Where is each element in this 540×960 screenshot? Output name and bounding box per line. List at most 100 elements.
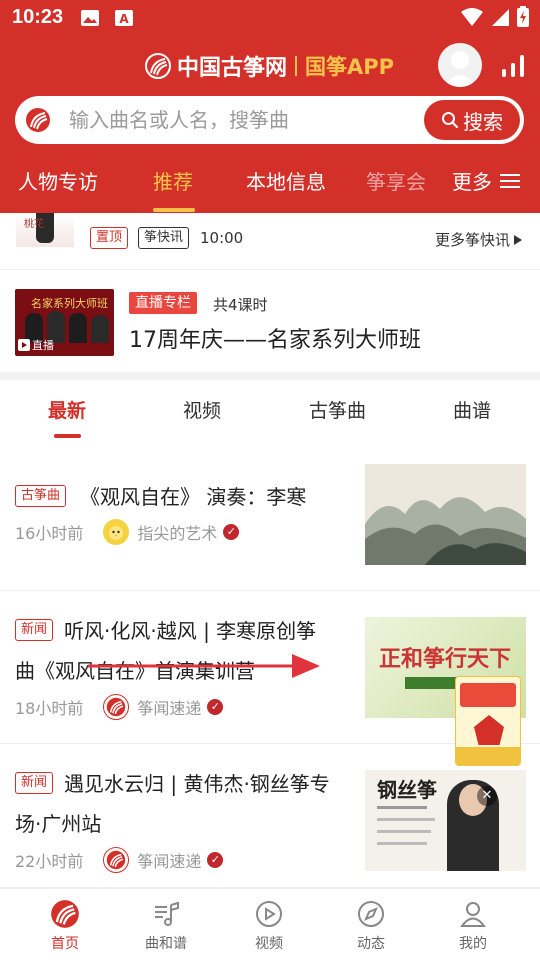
nav-music-scores[interactable]: 曲和谱	[131, 899, 201, 953]
active-content-tab-indicator	[54, 434, 81, 438]
live-course-title[interactable]: 17周年庆——名家系列大师班	[129, 322, 421, 354]
news-flash-tag: 筝快讯	[138, 227, 190, 249]
article-author: 指尖的艺术	[137, 524, 218, 543]
category-tabs: 人物专访 推荐 本地信息 筝享会 更多	[0, 160, 540, 213]
tab-zheng-share[interactable]: 筝享会	[366, 166, 426, 195]
tab-guzheng-music[interactable]: 古筝曲	[309, 396, 366, 423]
content-tabs: 最新 视频 古筝曲 曲谱	[0, 380, 540, 440]
font-icon: A	[114, 8, 134, 32]
article-author: 筝闻速递	[137, 699, 202, 718]
article-image: 钢丝筝	[365, 770, 526, 871]
tab-local-info[interactable]: 本地信息	[246, 166, 326, 195]
play-icon	[18, 339, 30, 351]
article-title-line2: 场·广州站	[15, 812, 102, 836]
article-meta: 18小时前 筝闻速递 ✓	[15, 694, 224, 720]
chick-icon	[109, 526, 124, 540]
search-bar: 搜索	[15, 96, 524, 144]
brand-divider	[295, 56, 298, 76]
status-indicators	[460, 6, 530, 28]
landscape-painting-image	[365, 464, 526, 565]
search-icon	[442, 112, 459, 129]
article-time: 18小时前	[15, 699, 84, 718]
nav-feed-label: 动态	[357, 936, 385, 952]
article-image-text: 钢丝筝	[377, 778, 437, 802]
news-flash-thumbnail: 桃花	[16, 213, 74, 247]
nav-profile-label: 我的	[459, 936, 487, 952]
live-course-thumbnail: 名家系列大师班 直播	[15, 289, 114, 356]
live-thumb-label: 直播	[32, 339, 54, 352]
brand-app-name: 国筝APP	[305, 55, 395, 79]
guzheng-logo-icon	[107, 850, 126, 870]
music-note-icon	[155, 901, 179, 926]
close-promo-icon[interactable]: ✕	[477, 786, 497, 806]
nav-home-label: 首页	[51, 936, 79, 952]
nav-home[interactable]: 首页	[30, 899, 100, 953]
article-time: 16小时前	[15, 524, 84, 543]
signal-icon	[492, 9, 509, 26]
nav-feed[interactable]: 动态	[336, 899, 406, 953]
live-column-badge: 直播专栏	[129, 292, 197, 314]
tab-recommended[interactable]: 推荐	[153, 166, 193, 195]
verified-icon: ✓	[207, 852, 224, 868]
more-news-flash-label: 更多筝快讯	[435, 231, 511, 249]
author-avatar	[103, 519, 130, 545]
nav-video-label: 视频	[255, 936, 283, 952]
article-image-text: 正和筝行天下	[379, 646, 512, 672]
article-title-line1: 遇见水云归 | 黄伟杰·钢丝筝专	[64, 772, 330, 796]
search-input[interactable]	[69, 104, 429, 136]
home-logo-icon	[51, 900, 79, 928]
floating-promo-badge[interactable]	[455, 676, 521, 766]
tab-more-label: 更多	[452, 170, 492, 194]
tab-latest[interactable]: 最新	[48, 396, 86, 423]
gallery-icon	[80, 8, 100, 32]
nav-music-scores-label: 曲和谱	[145, 936, 187, 952]
status-time: 10:23	[12, 6, 64, 28]
guzheng-logo-icon	[145, 53, 171, 79]
nav-profile[interactable]: 我的	[438, 899, 508, 953]
nav-video[interactable]: 视频	[234, 899, 304, 953]
status-bar: 10:23 A	[0, 0, 540, 36]
user-avatar[interactable]	[438, 43, 482, 87]
lesson-count: 共4课时	[213, 296, 268, 314]
more-news-flash-link[interactable]: 更多筝快讯	[435, 229, 523, 250]
user-silhouette-icon	[444, 51, 476, 87]
menu-icon	[500, 173, 520, 188]
svg-text:A: A	[119, 12, 129, 26]
guzheng-logo-icon	[107, 697, 126, 717]
article-meta: 16小时前 指尖的艺术 ✓	[15, 519, 240, 545]
article-author: 筝闻速递	[137, 852, 202, 871]
ranking-icon[interactable]	[501, 52, 527, 82]
tab-more[interactable]: 更多	[452, 166, 520, 195]
verified-icon: ✓	[223, 524, 240, 540]
pinned-tag: 置顶	[90, 227, 129, 249]
tab-interviews[interactable]: 人物专访	[18, 166, 98, 195]
article-tag: 新闻	[15, 772, 54, 794]
play-arrow-icon	[514, 234, 523, 245]
swipe-arrow-icon	[88, 654, 320, 678]
tab-video[interactable]: 视频	[183, 396, 221, 423]
author-avatar	[103, 847, 130, 873]
live-thumb-text: 名家系列大师班	[31, 297, 108, 310]
article-tag: 新闻	[15, 619, 54, 641]
author-avatar	[103, 694, 130, 720]
section-divider	[0, 372, 540, 380]
person-icon	[460, 902, 486, 927]
active-tab-indicator	[153, 208, 195, 212]
search-button[interactable]: 搜索	[424, 100, 520, 140]
article-tag: 古筝曲	[15, 485, 67, 507]
battery-icon	[517, 6, 529, 27]
compass-icon	[358, 901, 384, 927]
search-button-label: 搜索	[463, 109, 503, 134]
article-image	[365, 464, 526, 565]
article-title-line1: 听风·化风·越风 | 李寒原创筝	[64, 619, 317, 643]
wifi-icon	[461, 8, 483, 26]
bottom-navigation: 首页 曲和谱 视频 动态 我的	[0, 888, 540, 960]
news-flash-strip[interactable]: 桃花 置顶 筝快讯 10:00 更多筝快讯	[0, 213, 540, 270]
verified-icon: ✓	[207, 699, 224, 715]
brand-logo: 中国古筝网 国筝APP	[145, 50, 394, 82]
news-flash-time: 10:00	[200, 229, 244, 247]
article-item[interactable]: 古筝曲 《观风自在》 演奏：李寒 16小时前 指尖的艺术 ✓	[0, 440, 540, 591]
tab-sheet-music[interactable]: 曲谱	[453, 396, 491, 423]
article-time: 22小时前	[15, 852, 84, 871]
guzheng-search-icon	[25, 107, 51, 137]
